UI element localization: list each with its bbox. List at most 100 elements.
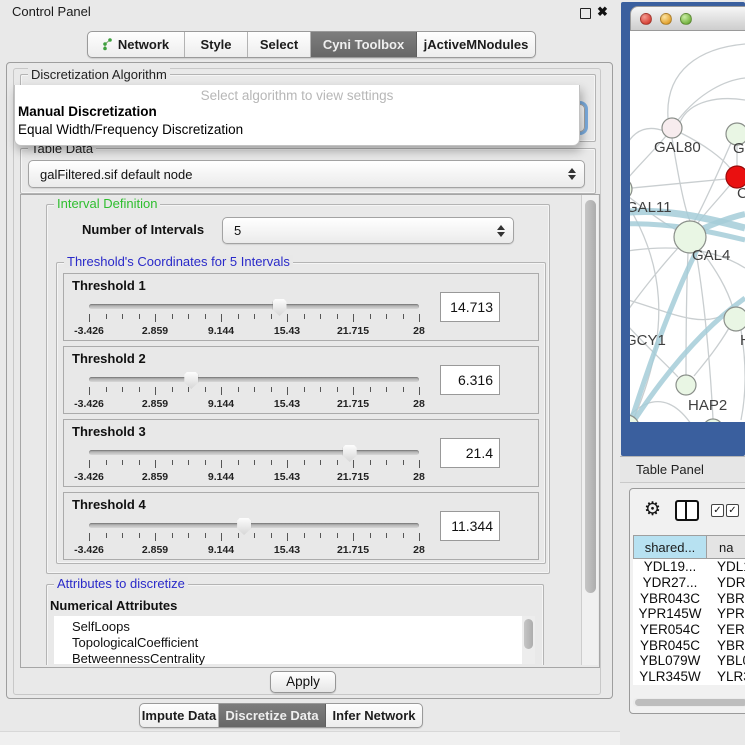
slider-handle[interactable] [343,445,357,462]
slider-handle[interactable] [184,372,198,389]
list-item[interactable]: SelfLoops [54,619,522,635]
cell-name: YDR2 [707,575,745,590]
vertical-scrollbar[interactable] [581,195,598,665]
threshold-slider[interactable]: -3.4262.8599.14415.4321.71528 [89,298,419,338]
tab-cyni-toolbox[interactable]: Cyni Toolbox [311,32,417,57]
table-row[interactable]: YLR345WYLR3 [633,669,745,685]
cell-name: YPR1 [707,606,745,621]
slider-tick [304,314,305,319]
network-canvas[interactable]: GAL80G.CGAL11GAL4GCY1HHAP2 [630,31,745,422]
list-item[interactable]: BetweennessCentrality [54,651,522,665]
threshold-value-field[interactable]: 21.4 [440,438,500,468]
vertical-scrollbar-thumb[interactable] [585,200,596,593]
table-row[interactable]: YBR043CYBR0 [633,590,745,606]
column-header-shared-name[interactable]: shared... [633,535,707,559]
threshold-slider[interactable]: -3.4262.8599.14415.4321.71528 [89,444,419,484]
network-node[interactable] [724,307,745,331]
threshold-slider[interactable]: -3.4262.8599.14415.4321.71528 [89,371,419,411]
tab-impute-data[interactable]: Impute Data [140,704,219,727]
network-node[interactable] [676,375,696,395]
table-panel-title: Table Panel [636,462,704,477]
slider-tick [271,460,272,465]
close-traffic-light-icon[interactable] [640,13,652,25]
dropdown-option[interactable]: Manual Discretization [15,103,579,121]
threshold-value-field[interactable]: 11.344 [440,511,500,541]
slider-tick [238,460,239,465]
slider-track[interactable] [89,304,419,309]
num-intervals-combobox[interactable]: 5 [222,217,514,244]
slider-tick-label: 2.859 [142,471,168,483]
float-window-icon[interactable] [580,8,591,19]
slider-tick [320,533,321,538]
table-row[interactable]: YDR27...YDR2 [633,575,745,591]
tab-select[interactable]: Select [248,32,311,57]
network-graph: GAL80G.CGAL11GAL4GCY1HHAP2 [630,31,745,422]
checkbox-icon[interactable]: ✓ [726,504,739,517]
slider-track[interactable] [89,523,419,528]
slider-handle[interactable] [273,299,287,316]
threshold-slider[interactable]: -3.4262.8599.14415.4321.71528 [89,517,419,557]
table-row[interactable]: YBR045CYBR0 [633,637,745,653]
slider-tick [155,314,156,322]
horizontal-scrollbar[interactable] [633,698,745,707]
slider-tick [271,387,272,392]
slider-track[interactable] [89,377,419,382]
columns-icon[interactable] [675,500,699,521]
tab-infer-network[interactable]: Infer Network [326,704,422,727]
table-panel-titlebar: Table Panel [620,456,745,483]
dropdown-option[interactable]: Equal Width/Frequency Discretization [15,121,579,139]
tab-style[interactable]: Style [185,32,248,57]
slider-tick-label: 28 [413,471,425,483]
threshold-value-field[interactable]: 14.713 [440,292,500,322]
network-node-label: G. [733,140,745,157]
slider-tick [221,533,222,541]
close-icon[interactable]: ✖ [597,7,608,17]
attributes-list-scrollbar[interactable] [522,616,535,664]
table-row[interactable]: YBL079WYBL0 [633,653,745,669]
column-header-name[interactable]: na [706,535,745,559]
tab-network[interactable]: Network [88,32,185,57]
combo-arrows-icon [497,225,505,237]
threshold-value-field[interactable]: 6.316 [440,365,500,395]
slider-tick [221,387,222,395]
horizontal-scrollbar-thumb[interactable] [635,699,745,706]
zoom-traffic-light-icon[interactable] [680,13,692,25]
apply-button[interactable]: Apply [270,671,336,693]
network-node[interactable] [662,118,682,138]
slider-tick [287,387,288,395]
tab-label: Infer Network [332,708,415,723]
network-edge[interactable] [630,298,725,320]
slider-tick [353,314,354,322]
list-item[interactable]: TopologicalCoefficient [54,635,522,651]
network-node[interactable] [703,419,723,422]
attributes-list-scrollbar-thumb[interactable] [524,619,533,649]
network-node-label: GAL11 [630,199,672,216]
slider-tick [254,314,255,319]
network-edge[interactable] [680,99,745,122]
gear-icon[interactable]: ⚙ [644,500,661,519]
network-edge[interactable] [668,44,745,118]
table-row[interactable]: YIL052CYIL0 [633,685,745,686]
threshold-row: Threshold 3-3.4262.8599.14415.4321.71528… [63,419,539,487]
cell-shared-name: YDR27... [633,575,707,590]
minimize-traffic-light-icon[interactable] [660,13,672,25]
network-icon [103,38,113,51]
table-data-combobox[interactable]: galFiltered.sif default node [28,160,585,188]
attributes-list[interactable]: SelfLoopsTopologicalCoefficientBetweenne… [54,616,522,664]
slider-handle[interactable] [237,518,251,535]
table-row[interactable]: YDL19...YDL1 [633,559,745,575]
tab-jactivemnodules[interactable]: jActiveMNodules [417,32,535,57]
checkbox-icon[interactable]: ✓ [711,504,724,517]
slider-tick [370,387,371,392]
slider-track[interactable] [89,450,419,455]
table-row[interactable]: YPR145WYPR1 [633,606,745,622]
table-row[interactable]: YER054CYER0 [633,622,745,638]
slider-tick [238,314,239,319]
thresholds-group-box: Threshold 1-3.4262.8599.14415.4321.71528… [56,262,546,564]
tab-discretize-data[interactable]: Discretize Data [219,704,326,727]
network-node-label: GAL4 [692,247,730,264]
slider-tick [254,533,255,538]
cell-name: YER0 [707,622,745,637]
slider-tick [139,460,140,465]
network-node[interactable] [630,178,632,200]
